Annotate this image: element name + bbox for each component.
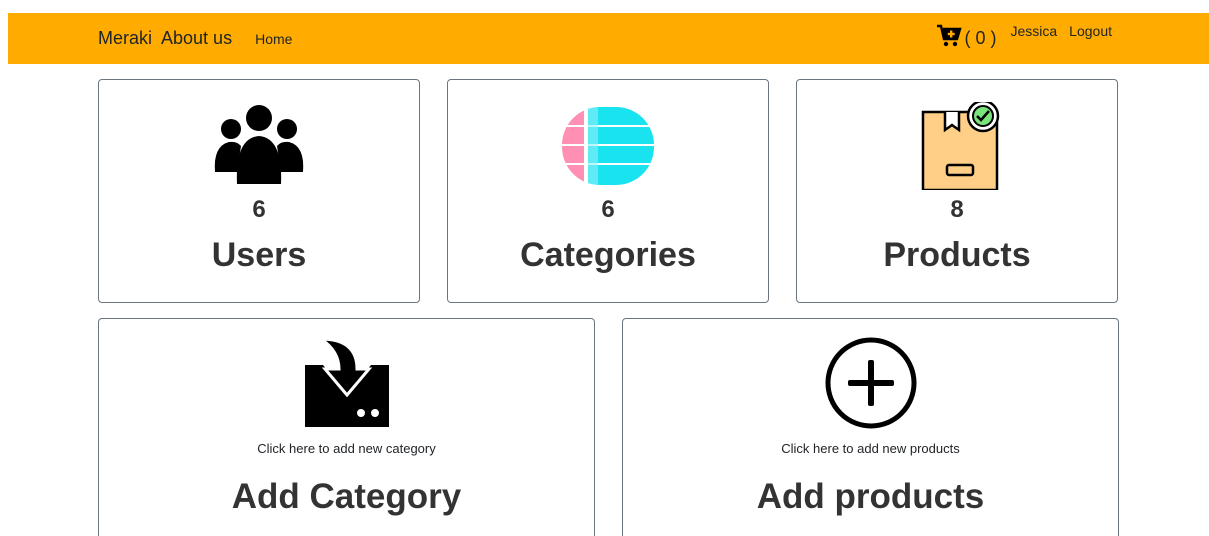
products-label: Products (883, 236, 1031, 274)
brand-link[interactable]: Meraki (98, 28, 152, 49)
products-box-icon (909, 99, 1005, 192)
categories-label: Categories (520, 236, 696, 274)
users-count: 6 (252, 196, 266, 223)
add-category-download-icon (299, 335, 395, 431)
categories-icon (560, 102, 656, 190)
categories-count: 6 (601, 196, 615, 223)
nav-left: Meraki About us Home (98, 13, 292, 64)
cart-count: ( 0 ) (964, 28, 997, 48)
navbar: Meraki About us Home ( 0 ) Jessica Logou… (8, 13, 1209, 64)
logout-link[interactable]: Logout (1069, 23, 1112, 39)
products-count: 8 (950, 196, 964, 223)
users-card[interactable]: 6 Users (98, 79, 420, 303)
plus-circle-icon (823, 335, 919, 431)
cart-link[interactable]: ( 0 ) (936, 22, 996, 49)
add-products-label: Add products (756, 477, 985, 516)
users-icon (211, 102, 307, 190)
nav-right: ( 0 ) Jessica Logout (936, 22, 1112, 49)
add-category-hint: Click here to add new category (257, 441, 436, 456)
add-category-label: Add Category (231, 477, 462, 516)
username: Jessica (1010, 23, 1058, 39)
cart-plus-icon (936, 24, 963, 48)
add-products-hint: Click here to add new products (781, 441, 960, 456)
users-label: Users (211, 236, 307, 274)
categories-card[interactable]: 6 Categories (447, 79, 769, 303)
home-link[interactable]: Home (255, 31, 292, 47)
about-us-link[interactable]: About us (161, 28, 232, 49)
products-card[interactable]: 8 Products (796, 79, 1118, 303)
add-products-card[interactable]: Click here to add new products Add produ… (622, 318, 1119, 536)
add-category-card[interactable]: Click here to add new category Add Categ… (98, 318, 595, 536)
